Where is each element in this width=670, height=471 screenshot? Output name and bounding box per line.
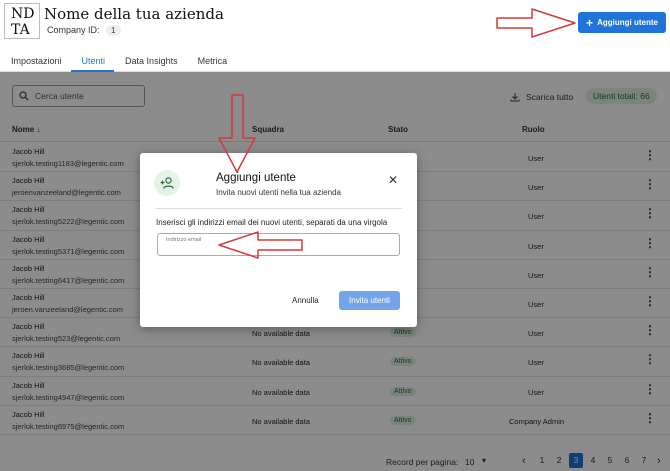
dialog-subtitle: Invita nuovi utenti nella tua azienda bbox=[216, 188, 341, 197]
logo-line-2: TA bbox=[11, 22, 30, 38]
email-field[interactable]: Indirizzo email bbox=[157, 233, 400, 256]
cancel-button[interactable]: Annulla bbox=[292, 296, 319, 305]
annotation-arrow-right bbox=[496, 8, 576, 38]
add-user-button-label: Aggiungi utente bbox=[597, 18, 658, 27]
dialog-divider bbox=[156, 208, 402, 209]
tab-utenti[interactable]: Utenti bbox=[70, 50, 115, 72]
tab-data-insights[interactable]: Data Insights bbox=[114, 50, 187, 72]
app-page: ND TA Nome della tua azienda Company ID:… bbox=[0, 0, 670, 471]
person-add-icon bbox=[154, 170, 180, 196]
add-user-dialog: Aggiungi utente Invita nuovi utenti nell… bbox=[140, 153, 417, 327]
plus-icon: + bbox=[586, 15, 594, 30]
close-icon[interactable]: ✕ bbox=[388, 173, 398, 187]
dialog-title: Aggiungi utente bbox=[216, 172, 296, 184]
logo-line-1: ND bbox=[11, 6, 35, 22]
company-id-label: Company ID: bbox=[47, 25, 100, 35]
add-user-button[interactable]: + Aggiungi utente bbox=[578, 12, 666, 33]
invite-users-button[interactable]: Invita utenti bbox=[339, 291, 400, 310]
company-id-badge: 1 bbox=[106, 25, 121, 36]
company-id: Company ID: 1 bbox=[47, 25, 121, 36]
company-name: Nome della tua azienda bbox=[44, 5, 224, 23]
tab-bar: Impostazioni Utenti Data Insights Metric… bbox=[0, 50, 670, 72]
company-logo: ND TA bbox=[4, 3, 40, 39]
tab-metrica[interactable]: Metrica bbox=[187, 50, 237, 72]
dialog-instructions: Inserisci gli indirizzi email dei nuovi … bbox=[156, 218, 388, 227]
tab-impostazioni[interactable]: Impostazioni bbox=[0, 50, 71, 72]
